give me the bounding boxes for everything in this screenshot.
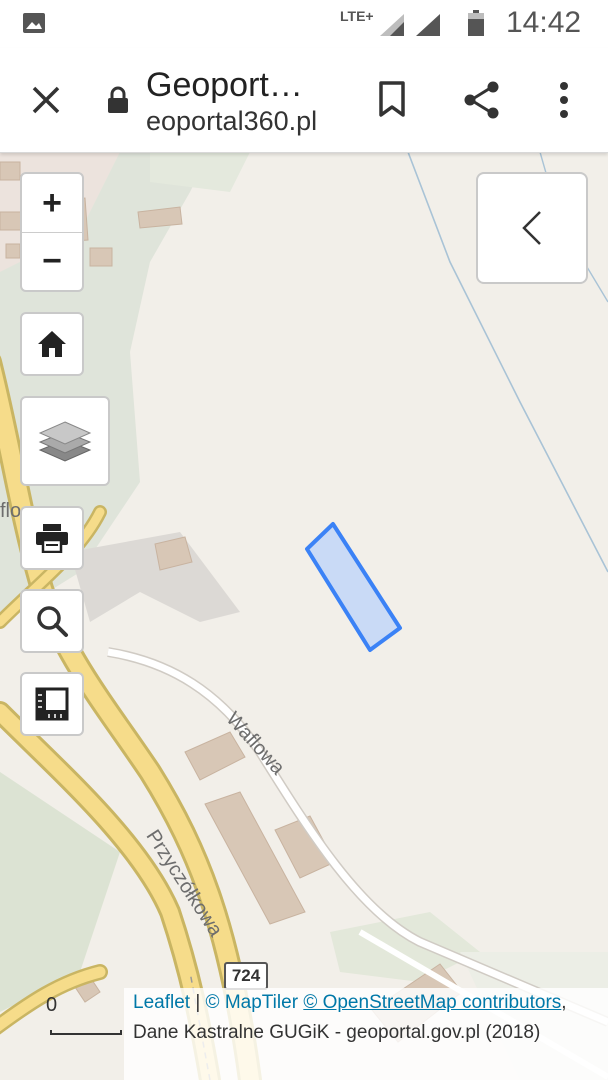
print-icon: [36, 524, 68, 553]
status-bar: LTE+ 14:42: [0, 0, 608, 48]
road-number-badge: 724: [224, 962, 268, 990]
layers-icon: [38, 421, 92, 462]
bookmark-icon[interactable]: [376, 80, 408, 118]
zoom-out-button[interactable]: −: [22, 232, 82, 290]
page-url[interactable]: eoportal360.pl: [146, 106, 317, 137]
image-icon: [23, 13, 45, 33]
clock: 14:42: [506, 6, 582, 39]
scale-label: 0: [46, 994, 58, 1016]
map-scale: 0: [46, 994, 126, 1044]
search-icon: [37, 606, 68, 637]
search-button[interactable]: [20, 589, 84, 653]
parcel-polygon[interactable]: [305, 522, 402, 652]
layers-button[interactable]: [20, 396, 110, 486]
page-title[interactable]: Geoport…: [146, 66, 303, 105]
signal-icon: [380, 14, 404, 36]
measure-icon: [35, 687, 69, 721]
battery-icon: [468, 10, 484, 36]
zoom-in-button[interactable]: +: [22, 174, 82, 233]
share-icon[interactable]: [462, 80, 502, 120]
panel-toggle-button[interactable]: [476, 172, 588, 284]
zoom-control: + −: [20, 172, 84, 292]
home-button[interactable]: [20, 312, 84, 376]
osm-link[interactable]: © OpenStreetMap contributors: [303, 992, 561, 1013]
browser-toolbar: Geoport… eoportal360.pl: [0, 48, 608, 153]
scale-bar: [50, 1030, 122, 1035]
chevron-left-icon: [522, 211, 541, 245]
print-button[interactable]: [20, 506, 84, 570]
signal-icon: [416, 14, 440, 36]
close-icon[interactable]: [28, 82, 64, 118]
leaflet-link[interactable]: Leaflet: [133, 992, 190, 1013]
map-attribution: Leaflet | © MapTiler © OpenStreetMap con…: [124, 988, 608, 1080]
street-label-partial: flo: [0, 500, 22, 522]
measure-button[interactable]: [20, 672, 84, 736]
attribution-separator: |: [190, 992, 206, 1013]
map-view[interactable]: flo Waflowa Przyczółkowa 724 + − 0 Leafl…: [0, 152, 608, 1080]
network-type: LTE+: [340, 8, 374, 24]
map-tiles: [0, 152, 608, 1080]
home-icon: [38, 331, 66, 357]
maptiler-link[interactable]: © MapTiler: [206, 992, 298, 1013]
lock-icon: [108, 86, 128, 113]
more-vert-icon[interactable]: [552, 80, 576, 120]
